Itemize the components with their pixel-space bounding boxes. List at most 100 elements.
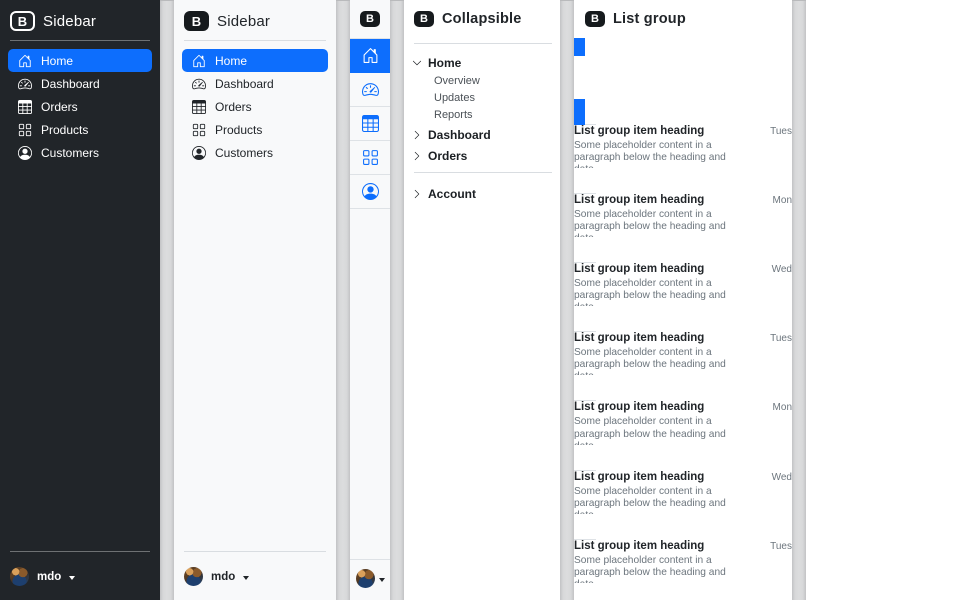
icon-sidebar-item-house-door[interactable]	[350, 39, 390, 73]
list-group-item[interactable]: List group item headingWedSome placehold…	[574, 38, 792, 125]
sidebar-dark-nav: Home Dashboard Orders Products Customers	[8, 49, 152, 164]
collapsible-section-label: Dashboard	[428, 128, 491, 142]
chevron-right-icon	[412, 130, 422, 140]
icon-sidebar-item-table[interactable]	[350, 107, 390, 141]
list-item-text: Some placeholder content in a paragraph …	[574, 486, 746, 522]
list-item-header-row: List group item headingTues	[574, 125, 792, 137]
list-group-item[interactable]: List group item headingMonSome placehold…	[574, 375, 792, 470]
list-item-header-row: List group item heading Wed	[574, 56, 792, 68]
sidebar-light-brand[interactable]: B Sidebar	[182, 8, 328, 40]
list-item-date: Wed	[772, 57, 792, 68]
list-item-header-row: List group item headingTues	[574, 540, 792, 552]
collapsible-section-home[interactable]: Home	[412, 52, 554, 73]
speedometer-icon	[18, 77, 32, 91]
sidebar-item-label: Products	[41, 123, 88, 137]
list-item-heading: List group item heading	[574, 332, 704, 344]
collapsible-section-label: Orders	[428, 149, 467, 163]
list-item-date: Tues	[770, 333, 792, 344]
list-item-date: Wed	[772, 264, 792, 275]
sidebar-item-dashboard[interactable]: Dashboard	[8, 72, 152, 95]
list-item-header-row: List group item heading Wed	[574, 263, 792, 275]
user-dropdown-icons[interactable]	[350, 559, 390, 600]
sidebar-light: B Sidebar Home DashboardOrders Products Cus…	[174, 0, 336, 600]
user-dropdown-dark[interactable]: mdo	[8, 560, 152, 592]
avatar	[184, 567, 203, 586]
list-item-header-row: List group item headingWed	[574, 471, 792, 483]
list-item-text: Some placeholder content in a paragraph …	[574, 347, 746, 383]
collapsible-section-account[interactable]: Account	[412, 183, 554, 204]
list-item-heading: List group item heading	[574, 56, 704, 68]
sidebar-icons-brand[interactable]: B	[350, 0, 390, 38]
bootstrap-logo-icon: B	[184, 11, 209, 31]
caret-down-icon	[69, 576, 75, 580]
house-door-icon	[362, 47, 379, 64]
house-door-icon	[18, 54, 32, 68]
sidebar-dark: B Sidebar Home Dashboard Orders Products Cus…	[0, 0, 160, 600]
sidebar-item-label: Home	[215, 54, 247, 68]
list-group-item[interactable]: List group item heading Tues Some placehol…	[574, 306, 792, 401]
sidebar-item-dashboard[interactable]: Dashboard	[182, 72, 328, 95]
list-item-date: Mon	[773, 195, 792, 206]
sidebar-item-products[interactable]: Products	[182, 118, 328, 141]
sidebar-collapsible: B Collapsible HomeOverviewUpdatesReports…	[404, 0, 560, 600]
table-icon	[362, 115, 379, 132]
list-item-header-row: List group item headingMon	[574, 194, 792, 206]
speedometer-icon	[362, 81, 379, 98]
collapsible-section-dashboard[interactable]: Dashboard	[412, 124, 554, 145]
collapsible-subitem-updates[interactable]: Updates	[434, 90, 554, 107]
list-item-heading: List group item heading	[574, 540, 704, 552]
grid-icon	[192, 123, 206, 137]
icon-sidebar-item-person-circle[interactable]	[350, 175, 390, 209]
sidebar-dark-brand[interactable]: B Sidebar	[8, 8, 152, 40]
list-group-item[interactable]: List group item headingMonSome placehold…	[574, 168, 792, 263]
example-divider	[336, 0, 350, 600]
collapsible-tree: HomeOverviewUpdatesReports Dashboard Order…	[412, 52, 554, 166]
divider-line	[184, 40, 326, 41]
sidebar-light-title: Sidebar	[217, 13, 270, 30]
list-group-brand[interactable]: B List group	[574, 0, 792, 38]
collapsible-section-label: Account	[428, 187, 476, 201]
icon-sidebar-item-grid[interactable]	[350, 141, 390, 175]
sidebar-item-label: Orders	[41, 100, 78, 114]
icon-sidebar-item-speedometer[interactable]	[350, 73, 390, 107]
person-circle-icon	[18, 146, 32, 160]
collapsible-tree-footer: Account	[412, 183, 554, 204]
list-item-text: Some placeholder content in a paragraph …	[574, 416, 746, 452]
sidebar-item-label: Customers	[215, 146, 273, 160]
table-icon	[18, 100, 32, 114]
sidebar-icons-nav	[350, 38, 390, 209]
collapsible-subitem-overview[interactable]: Overview	[434, 73, 554, 90]
grid-icon	[362, 149, 379, 166]
sidebar-item-orders[interactable]: Orders	[8, 95, 152, 118]
sidebar-item-label: Customers	[41, 146, 99, 160]
list-group-item[interactable]: List group item headingTuesSome placehol…	[574, 99, 792, 194]
sidebar-item-home[interactable]: Home	[182, 49, 328, 72]
list-group-item[interactable]: List group item headingWedSome placehold…	[574, 237, 792, 332]
grid-icon	[18, 123, 32, 137]
collapsible-section-orders[interactable]: Orders	[412, 145, 554, 166]
list-group-item[interactable]: List group item headingTuesSome placehol…	[574, 514, 792, 600]
example-divider	[560, 0, 574, 600]
sidebar-light-nav: Home DashboardOrders Products Customers	[182, 49, 328, 164]
sidebar-item-orders[interactable]: Orders	[182, 95, 328, 118]
sidebar-item-customers[interactable]: Customers	[182, 141, 328, 164]
sidebar-item-label: Home	[41, 54, 73, 68]
list-group-panel: B List group List group item headingWedS…	[574, 0, 792, 600]
list-item-heading: List group item heading	[574, 401, 704, 413]
collapsible-subitem-reports[interactable]: Reports	[434, 107, 554, 124]
sidebar-item-customers[interactable]: Customers	[8, 141, 152, 164]
list-item-heading: List group item heading	[574, 263, 704, 275]
list-group-item[interactable]: List group item headingWed Some placehold…	[574, 445, 792, 540]
sidebar-item-home[interactable]: Home	[8, 49, 152, 72]
example-divider	[160, 0, 174, 600]
sidebar-item-products[interactable]: Products	[8, 118, 152, 141]
user-name: mdo	[211, 571, 235, 583]
sidebar-item-label: Products	[215, 123, 262, 137]
table-icon	[192, 100, 206, 114]
avatar	[356, 569, 375, 588]
collapsible-sublist: OverviewUpdatesReports	[412, 73, 554, 124]
caret-down-icon	[379, 578, 385, 582]
divider-line	[184, 551, 326, 552]
user-dropdown-light[interactable]: mdo	[182, 560, 328, 592]
sidebar-collapsible-brand[interactable]: B Collapsible	[412, 8, 554, 36]
